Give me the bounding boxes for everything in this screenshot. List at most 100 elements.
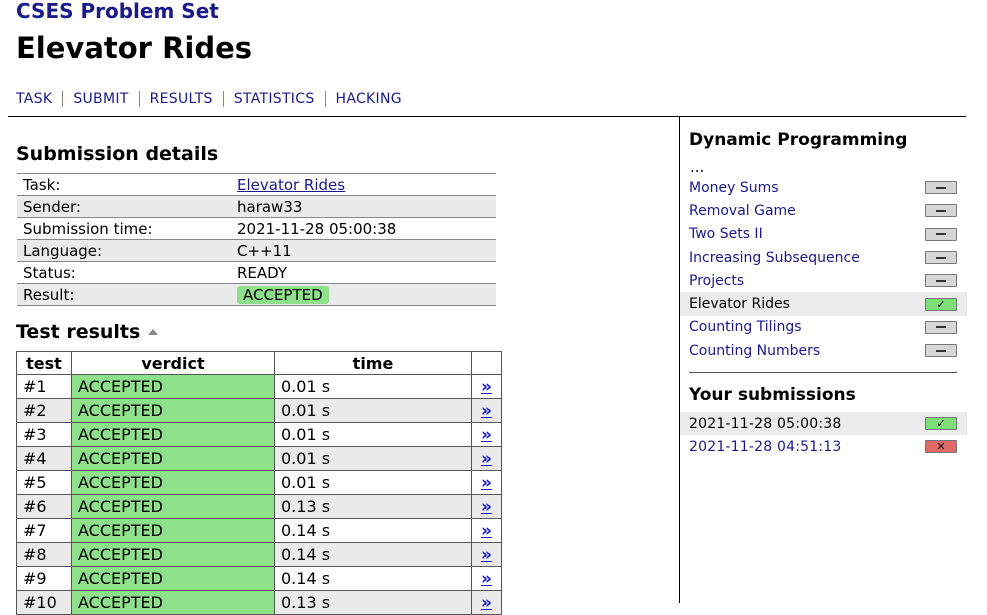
detail-value: C++11 [231, 239, 496, 262]
test-time: 0.01 s [274, 446, 472, 471]
nav-statistics[interactable]: STATISTICS [234, 91, 315, 107]
submission-item[interactable]: 2021-11-28 05:00:38 ✓ [680, 412, 967, 436]
problem-item[interactable]: Projects [680, 269, 967, 292]
site-title[interactable]: CSES Problem Set [16, 0, 219, 22]
test-link-cell: » [471, 470, 502, 495]
submission-time: 2021-11-28 05:00:38 [689, 415, 842, 432]
nav-separator [324, 91, 326, 107]
problem-item[interactable]: Counting Tilings [680, 316, 967, 339]
submission-item[interactable]: 2021-11-28 04:51:13 ✕ [680, 435, 967, 458]
task-link[interactable]: Elevator Rides [237, 176, 345, 194]
test-verdict: ACCEPTED [71, 470, 275, 495]
problem-link[interactable]: Counting Numbers [689, 343, 820, 359]
test-number: #2 [16, 398, 72, 423]
your-submissions-title: Your submissions [689, 385, 856, 405]
detail-row-result: Result: ACCEPTED [17, 283, 496, 306]
problem-name: Elevator Rides [689, 296, 790, 313]
detail-value: Elevator Rides [231, 173, 496, 196]
test-link-cell: » [471, 518, 502, 543]
test-number: #3 [16, 422, 72, 447]
test-link-cell: » [471, 494, 502, 519]
test-header-row: test verdict time [16, 351, 502, 375]
not-attempted-icon [925, 344, 957, 358]
test-verdict: ACCEPTED [71, 542, 275, 567]
test-time: 0.14 s [274, 542, 472, 567]
test-time: 0.14 s [274, 566, 472, 591]
test-number: #6 [16, 494, 72, 519]
view-test-icon[interactable]: » [481, 449, 492, 469]
sidebar-section-title: Dynamic Programming [689, 130, 908, 150]
nav-separator [138, 91, 140, 107]
test-row: #3 ACCEPTED 0.01 s » [16, 422, 502, 447]
test-link-cell: » [471, 398, 502, 423]
test-row: #7 ACCEPTED 0.14 s » [16, 518, 502, 543]
test-rows: #1 ACCEPTED 0.01 s» #2 ACCEPTED 0.01 s» #3 ACCE… [16, 374, 502, 615]
view-test-icon[interactable]: » [481, 425, 492, 445]
header-link [471, 351, 502, 375]
problem-item[interactable]: Removal Game [680, 199, 967, 222]
problem-link[interactable]: Money Sums [689, 180, 779, 196]
result-badge: ACCEPTED [237, 285, 329, 304]
test-number: #1 [16, 374, 72, 399]
test-number: #4 [16, 446, 72, 471]
problem-item[interactable]: Counting Numbers [680, 339, 967, 362]
problem-item[interactable]: Increasing Subsequence [680, 246, 967, 269]
view-test-icon[interactable]: » [481, 545, 492, 565]
not-attempted-icon [925, 320, 957, 334]
nav-results[interactable]: RESULTS [150, 91, 213, 107]
check-icon: ✓ [925, 297, 957, 311]
problem-link[interactable]: Removal Game [689, 203, 796, 219]
test-row: #1 ACCEPTED 0.01 s » [16, 374, 502, 399]
test-time: 0.01 s [274, 470, 472, 495]
view-test-icon[interactable]: » [481, 569, 492, 589]
test-verdict: ACCEPTED [71, 446, 275, 471]
problem-link[interactable]: Increasing Subsequence [689, 250, 860, 266]
task-nav: TASK SUBMIT RESULTS STATISTICS HACKING [16, 90, 402, 108]
detail-value: ACCEPTED [231, 283, 496, 306]
test-verdict: ACCEPTED [71, 494, 275, 519]
problem-item[interactable]: Elevator Rides ✓ [680, 292, 967, 316]
nav-task[interactable]: TASK [16, 91, 52, 107]
test-number: #7 [16, 518, 72, 543]
problem-link[interactable]: Two Sets II [689, 226, 763, 242]
view-test-icon[interactable]: » [481, 473, 492, 493]
problem-item[interactable]: Two Sets II [680, 223, 967, 246]
view-test-icon[interactable]: » [481, 377, 492, 397]
test-number: #9 [16, 566, 72, 591]
problem-link[interactable]: Projects [689, 273, 744, 289]
view-test-icon[interactable]: » [481, 401, 492, 421]
test-row: #5 ACCEPTED 0.01 s » [16, 470, 502, 495]
collapse-arrow-icon[interactable] [148, 329, 159, 335]
page-title: Elevator Rides [16, 31, 253, 65]
test-time: 0.01 s [274, 422, 472, 447]
detail-value: READY [231, 261, 496, 284]
test-row: #6 ACCEPTED 0.13 s » [16, 494, 502, 519]
nav-separator [62, 91, 64, 107]
nav-submit[interactable]: SUBMIT [73, 91, 128, 107]
not-attempted-icon [925, 274, 957, 288]
test-link-cell: » [471, 566, 502, 591]
problem-list: Money Sums Removal Game Two Sets II Increas… [680, 176, 967, 362]
test-row: #9 ACCEPTED 0.14 s » [16, 566, 502, 591]
problem-link[interactable]: Counting Tilings [689, 319, 802, 335]
test-link-cell: » [471, 542, 502, 567]
view-test-icon[interactable]: » [481, 497, 492, 517]
submission-list: 2021-11-28 05:00:38 ✓ 2021-11-28 04:51:13 ✕ [680, 412, 967, 459]
test-row: #2 ACCEPTED 0.01 s » [16, 398, 502, 423]
check-icon: ✓ [925, 417, 957, 431]
nav-hacking[interactable]: HACKING [336, 91, 402, 107]
test-results-title: Test results [16, 321, 141, 343]
problem-item[interactable]: Money Sums [680, 176, 967, 199]
test-row: #4 ACCEPTED 0.01 s » [16, 446, 502, 471]
test-link-cell: » [471, 422, 502, 447]
test-link-cell: » [471, 446, 502, 471]
test-verdict: ACCEPTED [71, 374, 275, 399]
detail-value: 2021-11-28 05:00:38 [231, 217, 496, 240]
detail-row-sender: Sender: haraw33 [17, 195, 496, 218]
submission-link[interactable]: 2021-11-28 04:51:13 [689, 439, 842, 455]
test-number: #5 [16, 470, 72, 495]
view-test-icon[interactable]: » [481, 521, 492, 541]
not-attempted-icon [925, 251, 957, 265]
submission-details-table: Task: Elevator Rides Sender: haraw33 Sub… [17, 173, 496, 306]
test-link-cell: » [471, 374, 502, 399]
